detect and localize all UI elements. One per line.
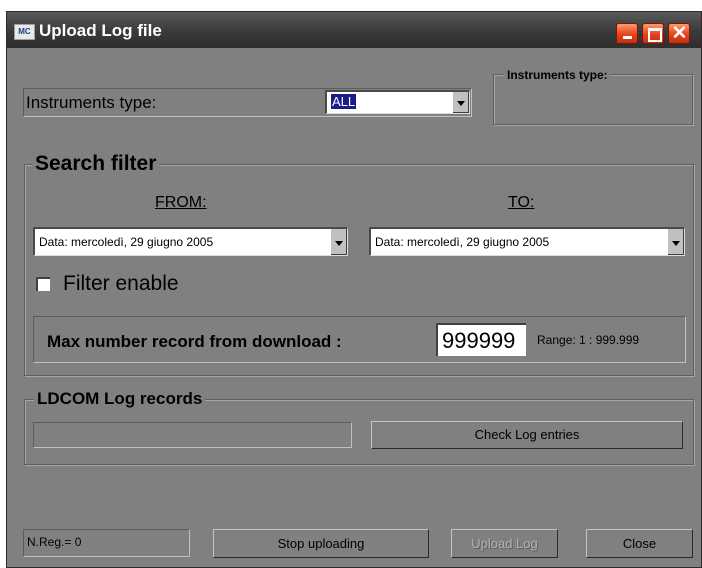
to-date-picker[interactable]: Data: mercoledì, 29 giugno 2005 (369, 227, 685, 256)
to-date-value: Data: mercoledì, 29 giugno 2005 (375, 235, 550, 249)
max-record-input[interactable]: 999999 (436, 323, 526, 356)
maximize-button[interactable] (642, 23, 664, 44)
instruments-type-label: Instruments type: (26, 93, 157, 112)
range-text: Range: 1 : 999.999 (537, 333, 640, 347)
maximize-icon (648, 28, 662, 42)
app-icon: MC (14, 24, 35, 40)
close-button[interactable]: Close (586, 529, 693, 558)
upload-log-button[interactable]: Upload Log (451, 529, 558, 558)
chevron-down-icon[interactable] (667, 229, 684, 255)
search-filter-title: Search filter (32, 152, 160, 176)
upload-progress-bar (33, 422, 352, 448)
record-count-status: N.Reg.= 0 (23, 529, 190, 557)
chevron-down-icon[interactable] (452, 92, 469, 113)
ldcom-group-title: LDCOM Log records (34, 389, 206, 409)
check-log-entries-button[interactable]: Check Log entries (371, 421, 683, 449)
upload-log-window: MC Upload Log file ✕ Instruments type: A… (6, 11, 702, 568)
filter-enable-checkbox[interactable] (36, 277, 50, 291)
from-label: FROM: (155, 194, 207, 211)
close-icon: ✕ (671, 23, 688, 44)
minimize-button[interactable] (616, 23, 638, 44)
from-date-value: Data: mercoledì, 29 giugno 2005 (39, 235, 214, 249)
close-window-button[interactable]: ✕ (668, 23, 690, 44)
title-bar[interactable]: MC Upload Log file ✕ (7, 12, 701, 48)
instruments-type-value: ALL (331, 94, 357, 109)
stop-uploading-button[interactable]: Stop uploading (213, 529, 429, 558)
instruments-type-select[interactable]: ALL (325, 90, 470, 114)
instruments-type-group-title: Instruments type: (504, 68, 611, 82)
to-label: TO: (508, 194, 535, 211)
chevron-down-icon[interactable] (330, 229, 347, 255)
max-record-label: Max number record from download : (47, 332, 342, 351)
window-title: Upload Log file (39, 21, 162, 40)
filter-enable-label[interactable]: Filter enable (63, 272, 179, 296)
from-date-picker[interactable]: Data: mercoledì, 29 giugno 2005 (33, 227, 348, 256)
minimize-icon (623, 36, 632, 39)
